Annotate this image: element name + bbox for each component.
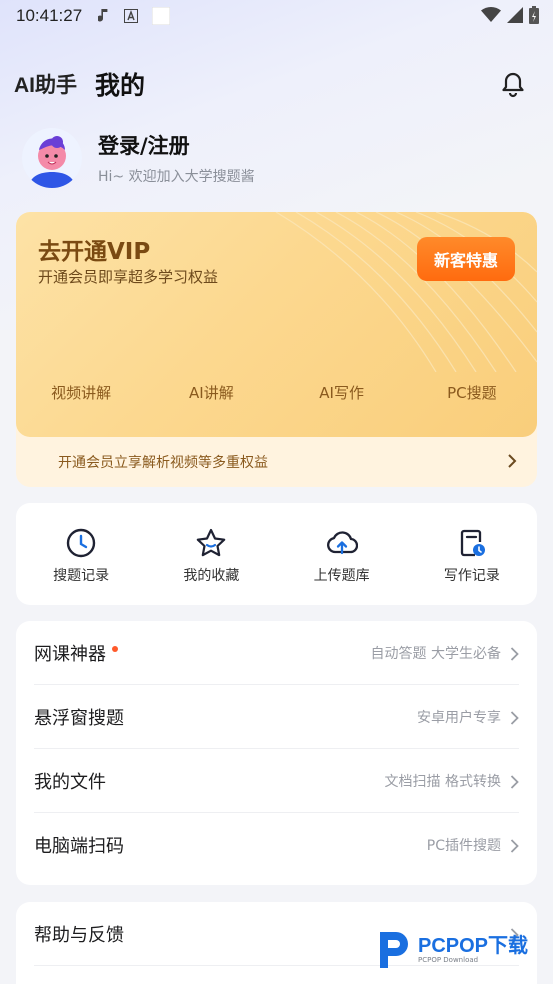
bell-icon[interactable] [499, 70, 527, 98]
vip-benefits: 视频讲解 AI讲解 AI写作 PC搜题 [16, 382, 537, 403]
music-note-icon [98, 8, 110, 24]
my-favorites-label: 我的收藏 [183, 568, 240, 584]
chevron-right-icon [510, 710, 519, 729]
benefit-ai-explain: AI讲解 [189, 384, 234, 402]
upload-question-bank-label: 上传题库 [313, 568, 370, 584]
watermark-brand: PCPOP下载 [418, 935, 529, 957]
writing-history-label: 写作记录 [443, 568, 500, 584]
my-favorites-button[interactable]: 我的收藏 [146, 503, 276, 605]
benefit-ai-writing: AI写作 [319, 384, 364, 402]
chevron-right-icon [507, 454, 517, 472]
app-notification-icon [124, 9, 139, 23]
cloud-upload-icon [326, 531, 358, 555]
tab-ai-assistant[interactable]: AI助手 [14, 69, 77, 99]
menu-list: 网课神器 自动答题 大学生必备 悬浮窗搜题 安卓用户专享 我的文件 文档扫描 格… [16, 621, 537, 885]
writing-history-button[interactable]: 写作记录 [407, 503, 537, 605]
new-user-offer-button[interactable]: 新客特惠 [417, 237, 515, 281]
vip-footer-text: 开通会员立享解析视频等多重权益 [58, 455, 268, 471]
vip-subtitle: 开通会员即享超多学习权益 [38, 268, 219, 286]
chevron-right-icon [510, 838, 519, 857]
watermark-small: PCPOP Download [418, 956, 479, 964]
status-bar: 10:41:27 [0, 0, 553, 32]
avatar[interactable] [22, 128, 82, 188]
list-item-label: 我的文件 [34, 771, 106, 793]
profile-section[interactable]: 登录/注册 Hi~ 欢迎加入大学搜题酱 [22, 128, 255, 188]
new-badge-dot [112, 645, 118, 652]
vip-title: 去开通VIP [38, 239, 151, 265]
list-item-label: 帮助与反馈 [34, 924, 124, 946]
list-item-floating-search[interactable]: 悬浮窗搜题 安卓用户专享 [34, 685, 519, 749]
benefit-video-explain: 视频讲解 [51, 384, 112, 402]
vip-footer-link[interactable]: 开通会员立享解析视频等多重权益 [16, 437, 537, 487]
login-register-link[interactable]: 登录/注册 [98, 130, 255, 160]
document-clock-icon [460, 529, 485, 557]
upload-question-bank-button[interactable]: 上传题库 [277, 503, 407, 605]
list-item-label: 网课神器 [34, 643, 106, 665]
battery-charging-icon [529, 6, 539, 28]
pcpop-watermark: PCPOP下载 PCPOP Download [376, 928, 546, 972]
star-icon [197, 528, 226, 557]
blank-notification-icon [152, 7, 171, 25]
status-time: 10:41:27 [16, 6, 83, 25]
search-history-button[interactable]: 搜题记录 [16, 503, 146, 605]
benefit-pc-search: PC搜题 [447, 384, 497, 402]
list-item-my-files[interactable]: 我的文件 文档扫描 格式转换 [34, 749, 519, 813]
pcpop-logo-icon [380, 932, 408, 968]
vip-banner[interactable]: 去开通VIP 开通会员即享超多学习权益 新客特惠 视频讲解 AI讲解 AI写作 … [16, 212, 537, 437]
decorative-lines [275, 212, 537, 372]
list-item-note: PC插件搜题 [426, 838, 501, 854]
welcome-text: Hi~ 欢迎加入大学搜题酱 [98, 169, 255, 185]
quick-actions: 搜题记录 我的收藏 上传题库 写作记录 [16, 503, 537, 605]
list-item-pc-scan[interactable]: 电脑端扫码 PC插件搜题 [34, 813, 519, 877]
search-history-label: 搜题记录 [53, 568, 110, 584]
list-item-label: 悬浮窗搜题 [34, 707, 124, 729]
page-title: 我的 [95, 71, 146, 100]
list-item-label: 电脑端扫码 [34, 836, 124, 857]
clock-icon [66, 528, 96, 558]
list-item-note: 安卓用户专享 [417, 709, 501, 726]
list-item-note: 自动答题 大学生必备 [370, 645, 501, 662]
wifi-icon [481, 7, 501, 27]
signal-icon [507, 7, 523, 27]
vip-card[interactable]: 去开通VIP 开通会员即享超多学习权益 新客特惠 视频讲解 AI讲解 AI写作 … [16, 212, 537, 487]
top-header: AI助手 我的 [14, 64, 539, 104]
list-item-online-course-tool[interactable]: 网课神器 自动答题 大学生必备 [34, 621, 519, 685]
chevron-right-icon [510, 774, 519, 793]
list-item-note: 文档扫描 格式转换 [384, 773, 501, 790]
chevron-right-icon [510, 646, 519, 665]
